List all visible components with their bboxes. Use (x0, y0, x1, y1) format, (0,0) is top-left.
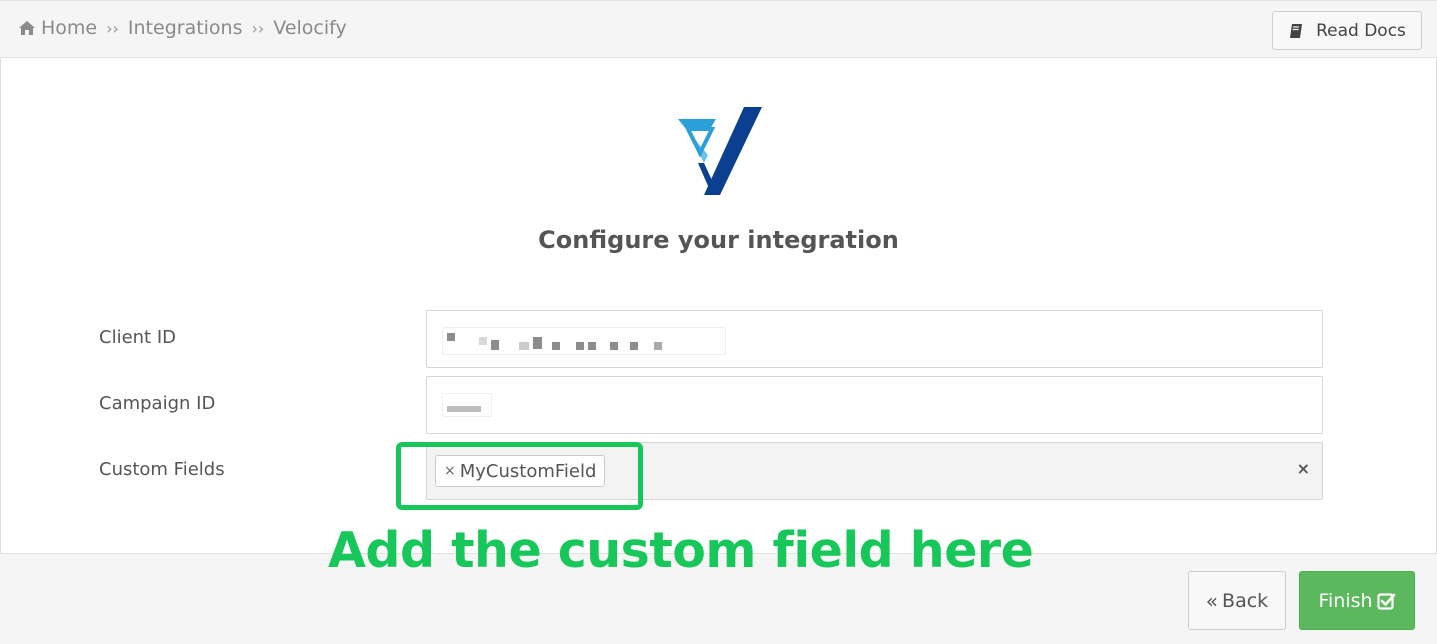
client-id-input[interactable] (426, 310, 1323, 368)
double-chevron-left-icon: « (1205, 588, 1219, 613)
book-icon (1290, 23, 1303, 38)
annotation-text: Add the custom field here (328, 522, 1034, 579)
finish-button[interactable]: Finish (1299, 571, 1415, 630)
redacted-value (443, 328, 725, 354)
clear-all-icon[interactable]: × (1297, 459, 1310, 478)
client-id-label: Client ID (99, 327, 177, 348)
tag-label: MyCustomField (459, 460, 597, 482)
back-label: Back (1222, 589, 1269, 612)
campaign-id-input[interactable] (426, 376, 1323, 434)
back-button[interactable]: « Back (1188, 571, 1286, 630)
page-title: Configure your integration (538, 226, 899, 254)
check-square-icon (1376, 592, 1395, 610)
custom-fields-input[interactable]: × MyCustomField × (426, 442, 1323, 500)
read-docs-button[interactable]: Read Docs (1272, 11, 1422, 50)
breadcrumb-current: Velocify (273, 17, 347, 39)
read-docs-label: Read Docs (1316, 20, 1406, 41)
breadcrumb-separator: ›› (106, 18, 119, 38)
home-icon (19, 21, 35, 35)
breadcrumb-home[interactable]: Home (41, 17, 97, 39)
finish-label: Finish (1318, 589, 1373, 612)
breadcrumb-integrations[interactable]: Integrations (128, 17, 243, 39)
campaign-id-label: Campaign ID (99, 393, 216, 414)
velocify-logo (678, 107, 762, 195)
custom-fields-label: Custom Fields (99, 459, 225, 480)
breadcrumb: Home ›› Integrations ›› Velocify (18, 17, 347, 39)
custom-field-tag: × MyCustomField (435, 455, 606, 487)
breadcrumb-separator: ›› (251, 18, 265, 38)
page-header: Home ›› Integrations ›› Velocify Read Do… (0, 0, 1437, 58)
tag-remove-icon[interactable]: × (444, 463, 456, 479)
redacted-value (443, 394, 491, 416)
